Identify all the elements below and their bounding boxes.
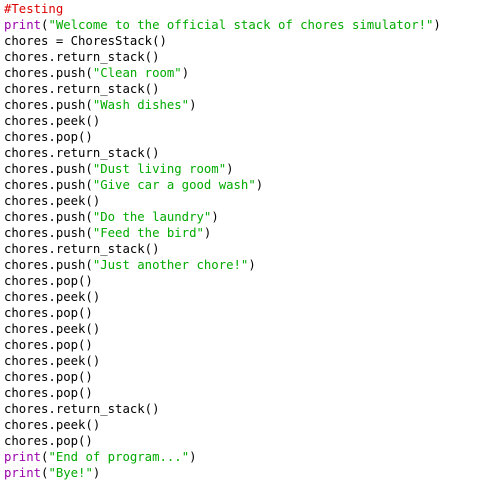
code-string: "Bye!" [48,466,93,480]
code-line[interactable]: print("Bye!") [4,465,482,481]
code-text: chores.peek() [4,418,101,432]
code-keyword: print [4,450,42,464]
code-string: "Feed the bird" [92,226,204,240]
code-text: chores.push( [4,98,93,112]
code-text: ) [255,178,264,192]
code-string: "Welcome to the official stack of chores… [48,18,434,32]
code-line[interactable]: chores.peek() [4,193,482,209]
code-text: chores.pop() [4,306,93,320]
code-text: ) [433,18,441,32]
code-line[interactable]: chores.push("Just another chore!") [4,257,482,273]
code-text: chores.return_stack() [4,146,160,160]
code-line[interactable]: chores.peek() [4,113,482,129]
code-text: ) [189,450,197,464]
code-text: ) [248,258,256,272]
code-line[interactable]: chores.push("Dust living room") [4,161,482,177]
code-line[interactable]: chores.pop() [4,385,482,401]
code-string: "Give car a good wash" [92,178,256,192]
code-text: chores.pop() [4,370,93,384]
code-text: chores.pop() [4,338,93,352]
code-string: "Wash dishes" [92,98,190,112]
code-text: chores.push( [4,66,93,80]
code-text: chores.return_stack() [4,402,160,416]
code-line[interactable]: chores.return_stack() [4,401,482,417]
code-line[interactable]: chores.peek() [4,417,482,433]
code-text: ) [203,226,212,240]
code-line[interactable]: chores.pop() [4,337,482,353]
code-text: chores.peek() [4,290,101,304]
code-text: ) [189,98,197,112]
code-text: chores.peek() [4,322,101,336]
code-text: chores.peek() [4,354,101,368]
code-line[interactable]: chores.return_stack() [4,241,482,257]
code-text: chores.peek() [4,114,101,128]
code-line[interactable]: chores.peek() [4,289,482,305]
code-text: chores.push( [4,178,93,192]
code-text: chores.return_stack() [4,82,160,96]
code-text: ) [92,466,101,480]
code-comment: #Testing [4,2,64,16]
code-line[interactable]: chores.push("Clean room") [4,65,482,81]
code-line[interactable]: print("Welcome to the official stack of … [4,17,482,33]
code-line[interactable]: chores.peek() [4,353,482,369]
code-text: ) [226,162,234,176]
code-line[interactable]: chores.return_stack() [4,49,482,65]
code-text: chores.push( [4,162,93,176]
code-keyword: print [4,466,42,480]
code-text: chores = ChoresStack() [4,34,167,48]
code-text: chores.pop() [4,274,93,288]
code-text: chores.pop() [4,434,93,448]
code-line[interactable]: print("End of program...") [4,449,482,465]
code-text: chores.return_stack() [4,50,160,64]
code-line[interactable]: chores.pop() [4,369,482,385]
code-string: "Clean room" [92,66,182,80]
code-text: ) [181,66,190,80]
code-text: ) [211,210,219,224]
code-text: chores.pop() [4,386,93,400]
code-string: "Dust living room" [92,162,227,176]
code-line[interactable]: chores.pop() [4,433,482,449]
code-line[interactable]: chores.pop() [4,305,482,321]
code-text: chores.return_stack() [4,242,160,256]
code-text: chores.push( [4,210,93,224]
code-text: chores.push( [4,226,93,240]
code-text: chores.push( [4,258,93,272]
code-line[interactable]: chores.push("Wash dishes") [4,97,482,113]
code-line[interactable]: chores.push("Give car a good wash") [4,177,482,193]
code-line[interactable]: chores.pop() [4,129,482,145]
code-line[interactable]: chores.pop() [4,273,482,289]
code-line[interactable]: chores.peek() [4,321,482,337]
code-string: "Do the laundry" [92,210,212,224]
code-line[interactable]: chores = ChoresStack() [4,33,482,49]
code-text: chores.peek() [4,194,101,208]
code-line[interactable]: #Testing [4,1,482,17]
code-editor[interactable]: #Testing print("Welcome to the official s… [0,0,482,483]
code-string: "Just another chore!" [92,258,249,272]
code-text: chores.pop() [4,130,93,144]
code-line[interactable]: chores.return_stack() [4,145,482,161]
code-line[interactable]: chores.push("Do the laundry") [4,209,482,225]
code-string: "End of program..." [48,450,190,464]
code-line[interactable]: chores.return_stack() [4,81,482,97]
code-line[interactable]: chores.push("Feed the bird") [4,225,482,241]
code-keyword: print [4,18,42,32]
